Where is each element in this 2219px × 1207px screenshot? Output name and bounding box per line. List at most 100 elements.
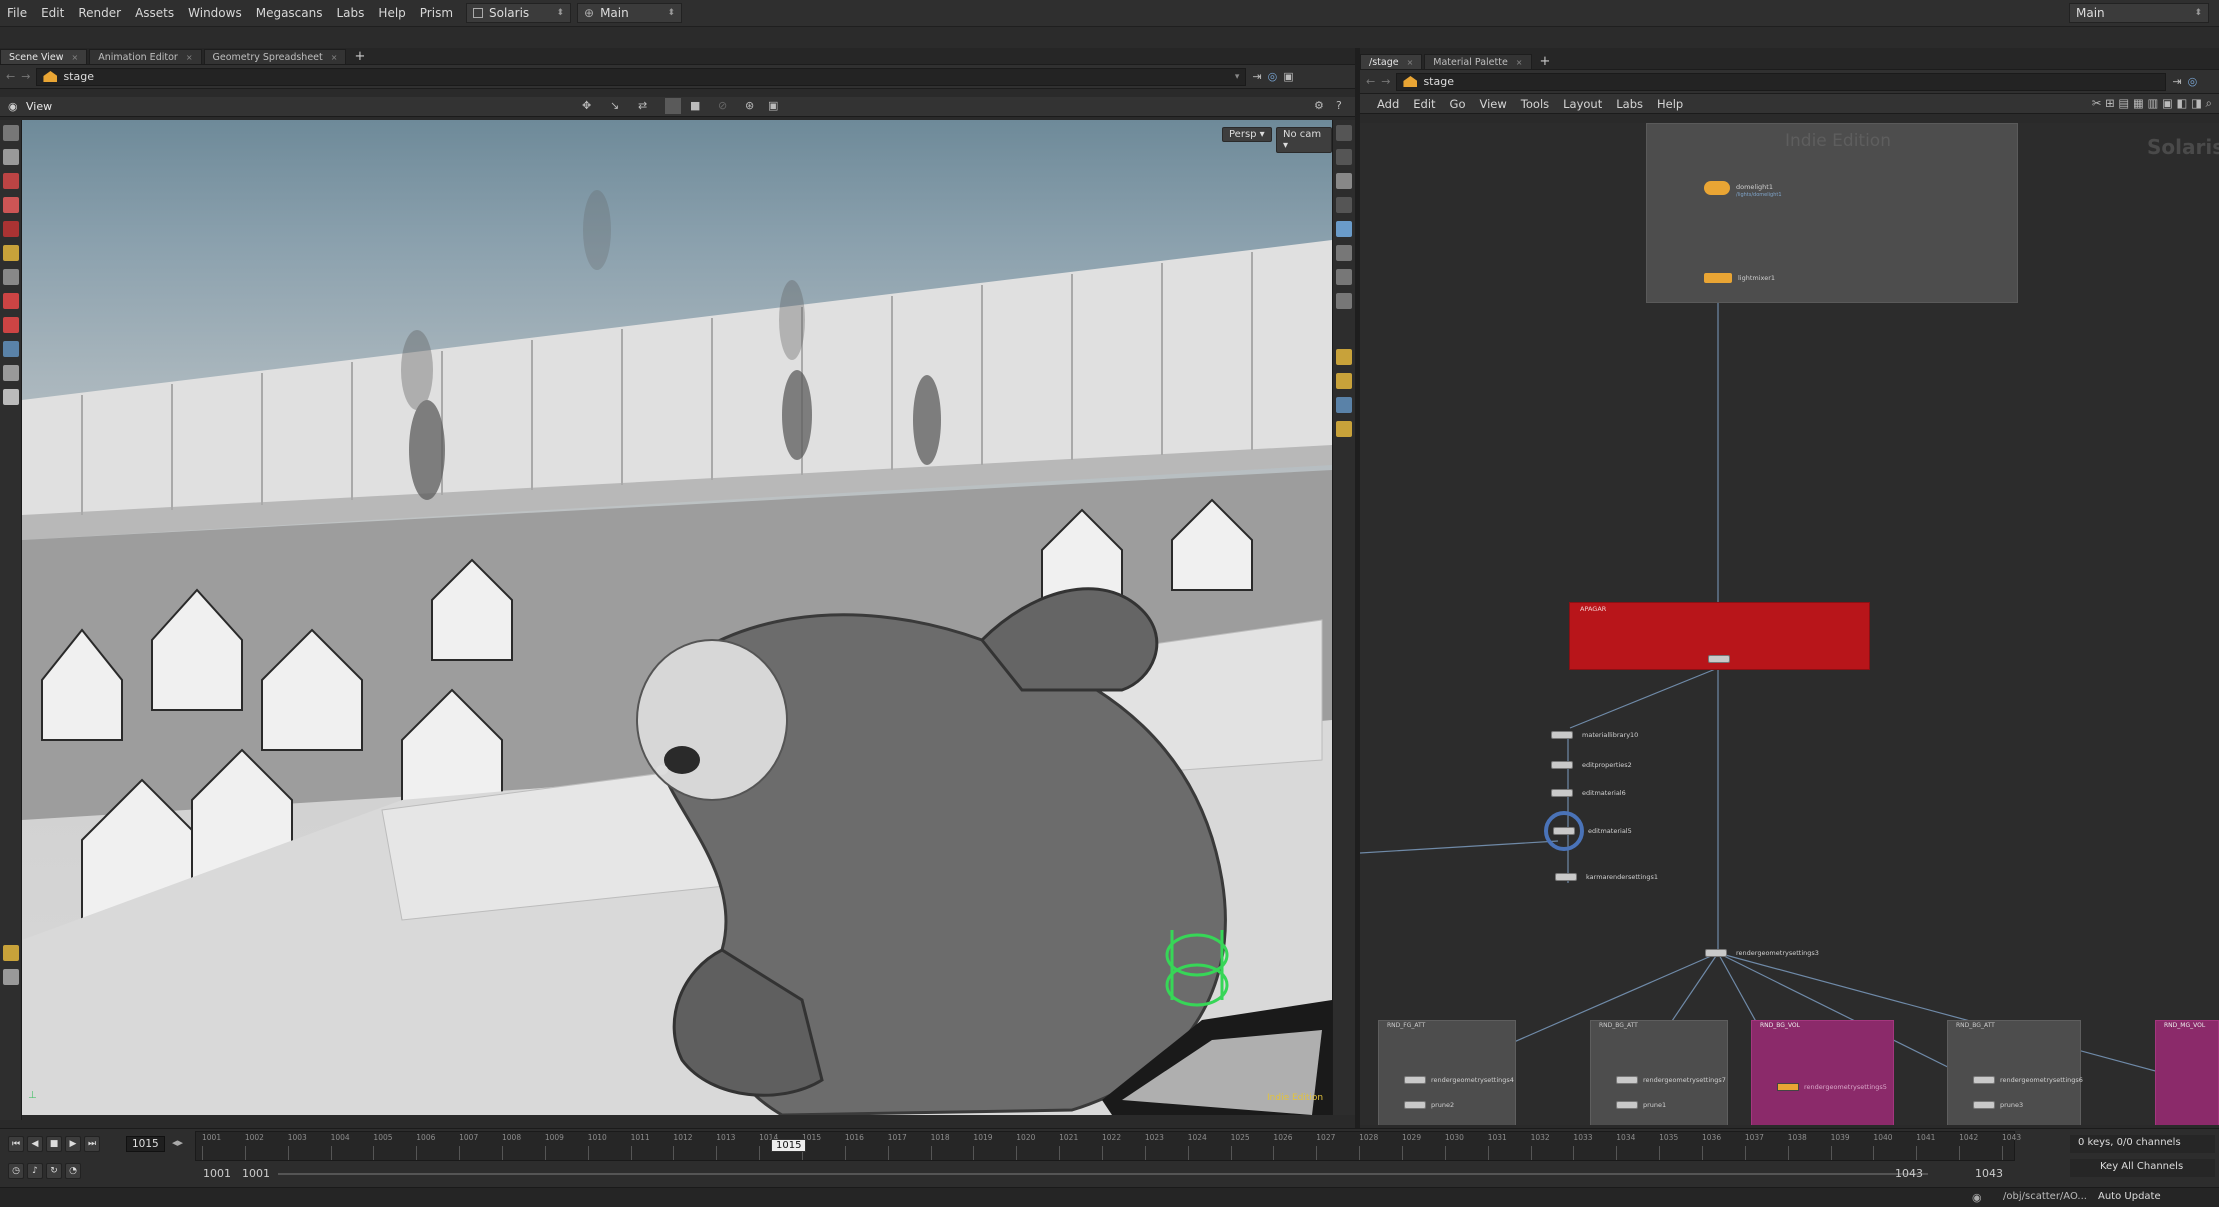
chat-icon[interactable]: ◉ bbox=[1972, 1191, 1982, 1204]
camera-icon[interactable]: ⊛ bbox=[745, 99, 754, 112]
tab-geometry-spreadsheet[interactable]: Geometry Spreadsheet × bbox=[203, 49, 347, 64]
close-icon[interactable]: × bbox=[1407, 58, 1414, 67]
rnd-mg-vol-box[interactable]: RND_MG_VOL bbox=[2155, 1020, 2219, 1125]
karmarendersettings-node[interactable] bbox=[1555, 873, 1577, 881]
clock-icon[interactable]: ◔ bbox=[65, 1163, 81, 1179]
select-tool-icon[interactable]: ✥ bbox=[582, 99, 591, 112]
range-slider[interactable] bbox=[278, 1173, 1928, 1175]
magnet-icon[interactable] bbox=[3, 317, 19, 333]
select-icon[interactable] bbox=[3, 125, 19, 141]
audio-icon[interactable]: ♪ bbox=[27, 1163, 43, 1179]
menu-render[interactable]: Render bbox=[71, 6, 128, 20]
snapshot-icon[interactable]: ▣ bbox=[768, 99, 778, 112]
help-icon[interactable]: ? bbox=[1336, 99, 1342, 112]
forward-arrow-icon[interactable]: → bbox=[1381, 75, 1390, 88]
jump-start-icon[interactable]: ⏮ bbox=[8, 1136, 24, 1152]
playhead[interactable]: 1015 bbox=[771, 1139, 807, 1152]
menu-edit[interactable]: Edit bbox=[1406, 97, 1442, 111]
update-mode[interactable]: Auto Update bbox=[2098, 1191, 2161, 1202]
tab-scene-view[interactable]: Scene View × bbox=[0, 49, 88, 64]
menu-prism[interactable]: Prism bbox=[413, 6, 460, 20]
back-arrow-icon[interactable]: ← bbox=[6, 70, 15, 83]
menu-add[interactable]: Add bbox=[1370, 97, 1406, 111]
frame-ruler[interactable]: 1001 1002 1003 1004 1005 1006 1007 1008 1009 1010… bbox=[195, 1131, 2021, 1161]
jump-end-icon[interactable]: ⏭ bbox=[84, 1136, 100, 1152]
layout-icon[interactable]: ▣ bbox=[1283, 70, 1293, 83]
menu-tools[interactable]: Tools bbox=[1514, 97, 1556, 111]
close-icon[interactable]: × bbox=[72, 53, 79, 62]
editproperties-node[interactable] bbox=[1551, 761, 1573, 769]
persp-menu[interactable]: Persp ▾ bbox=[1222, 127, 1272, 142]
realtime-icon[interactable]: ◷ bbox=[8, 1163, 24, 1179]
ghost-icon[interactable] bbox=[1336, 197, 1352, 213]
menu-assets[interactable]: Assets bbox=[128, 6, 181, 20]
forward-arrow-icon[interactable]: → bbox=[21, 70, 30, 83]
menu-windows[interactable]: Windows bbox=[181, 6, 249, 20]
stop-icon[interactable]: ■ bbox=[46, 1136, 62, 1152]
menu-help[interactable]: Help bbox=[1650, 97, 1690, 111]
domelight-node-icon[interactable] bbox=[1704, 181, 1730, 195]
snap-prim-icon[interactable] bbox=[1336, 373, 1352, 389]
view-icon[interactable] bbox=[3, 341, 19, 357]
rnd-bg-vol-box[interactable]: RND_BG_VOL rendergeometrysettings5 bbox=[1751, 1020, 1894, 1125]
move-tool-icon[interactable]: ↘ bbox=[610, 99, 619, 112]
network-path-field[interactable]: stage bbox=[1396, 72, 2167, 91]
editmaterial6-node[interactable] bbox=[1551, 789, 1573, 797]
display-mode-icon[interactable] bbox=[665, 98, 681, 114]
lights-icon[interactable]: ⊘ bbox=[718, 99, 727, 112]
brush-icon[interactable] bbox=[3, 293, 19, 309]
loop-icon[interactable]: ↻ bbox=[46, 1163, 62, 1179]
context-selector[interactable]: ⊕ Main ⬍ bbox=[577, 3, 683, 23]
prune3-node[interactable] bbox=[1973, 1101, 1995, 1109]
menu-layout[interactable]: Layout bbox=[1556, 97, 1609, 111]
menu-megascans[interactable]: Megascans bbox=[249, 6, 330, 20]
close-icon[interactable]: × bbox=[331, 53, 338, 62]
point-icon[interactable] bbox=[1336, 269, 1352, 285]
transform-icon[interactable] bbox=[3, 197, 19, 213]
apagar-network-box[interactable]: APAGAR bbox=[1569, 602, 1870, 670]
link-icon[interactable]: ◎ bbox=[1268, 70, 1278, 83]
chevron-down-icon[interactable]: ▾ bbox=[1235, 72, 1240, 82]
lock-icon[interactable] bbox=[3, 149, 19, 165]
camera-tool-icon[interactable] bbox=[3, 365, 19, 381]
wireframe-icon[interactable] bbox=[1336, 221, 1352, 237]
teapot-icon[interactable] bbox=[3, 389, 19, 405]
snap-point-icon[interactable] bbox=[1336, 397, 1352, 413]
rgs5-node[interactable] bbox=[1777, 1083, 1799, 1091]
close-icon[interactable]: × bbox=[1516, 58, 1523, 67]
prune1-node[interactable] bbox=[1616, 1101, 1638, 1109]
3d-viewport[interactable]: Persp ▾ No cam ▾ Indie Edition ⊥ bbox=[22, 120, 1332, 1115]
camera-menu[interactable]: No cam ▾ bbox=[1276, 127, 1332, 153]
prune2-node[interactable] bbox=[1404, 1101, 1426, 1109]
pose-icon[interactable] bbox=[3, 269, 19, 285]
link-icon[interactable]: ◎ bbox=[2188, 75, 2198, 88]
rotate-icon[interactable] bbox=[3, 221, 19, 237]
range-start-2[interactable]: 1001 bbox=[242, 1167, 270, 1180]
snap-grid-icon[interactable] bbox=[1336, 349, 1352, 365]
play-icon[interactable]: ▶ bbox=[65, 1136, 81, 1152]
back-arrow-icon[interactable]: ← bbox=[1366, 75, 1375, 88]
path-field[interactable]: stage ▾ bbox=[36, 67, 1247, 86]
menu-help[interactable]: Help bbox=[371, 6, 412, 20]
rnd-fg-att-box[interactable]: RND_FG_ATT rendergeometrysettings4 prune… bbox=[1378, 1020, 1516, 1125]
snap-icon[interactable] bbox=[3, 945, 19, 961]
range-end[interactable]: 1043 bbox=[1895, 1167, 1923, 1180]
pin-icon[interactable]: ⇥ bbox=[1252, 70, 1261, 83]
rnd-bg-att-box[interactable]: RND_BG_ATT rendergeometrysettings7 prune… bbox=[1590, 1020, 1728, 1125]
materiallibrary-node[interactable] bbox=[1551, 731, 1573, 739]
key-all-channels[interactable]: Key All Channels bbox=[2070, 1159, 2215, 1177]
handle-icon[interactable] bbox=[3, 173, 19, 189]
network-canvas[interactable]: Indie Edition Solaris domelight1 /lights… bbox=[1360, 123, 2219, 1125]
step-keys-icon[interactable]: ◂▸ bbox=[172, 1136, 183, 1149]
gear-icon[interactable]: ⚙ bbox=[1314, 99, 1324, 112]
tab-animation-editor[interactable]: Animation Editor × bbox=[89, 49, 202, 64]
range-start[interactable]: 1001 bbox=[203, 1167, 231, 1180]
editmaterial5-node[interactable] bbox=[1553, 827, 1575, 835]
display-options-icon[interactable] bbox=[1336, 125, 1352, 141]
add-tab-icon[interactable]: + bbox=[348, 49, 371, 64]
current-frame-field[interactable]: 1015 bbox=[126, 1136, 165, 1152]
rgs7-node[interactable] bbox=[1616, 1076, 1638, 1084]
handle-vis-icon[interactable] bbox=[1336, 293, 1352, 309]
rgs4-node[interactable] bbox=[1404, 1076, 1426, 1084]
rgs6-node[interactable] bbox=[1973, 1076, 1995, 1084]
